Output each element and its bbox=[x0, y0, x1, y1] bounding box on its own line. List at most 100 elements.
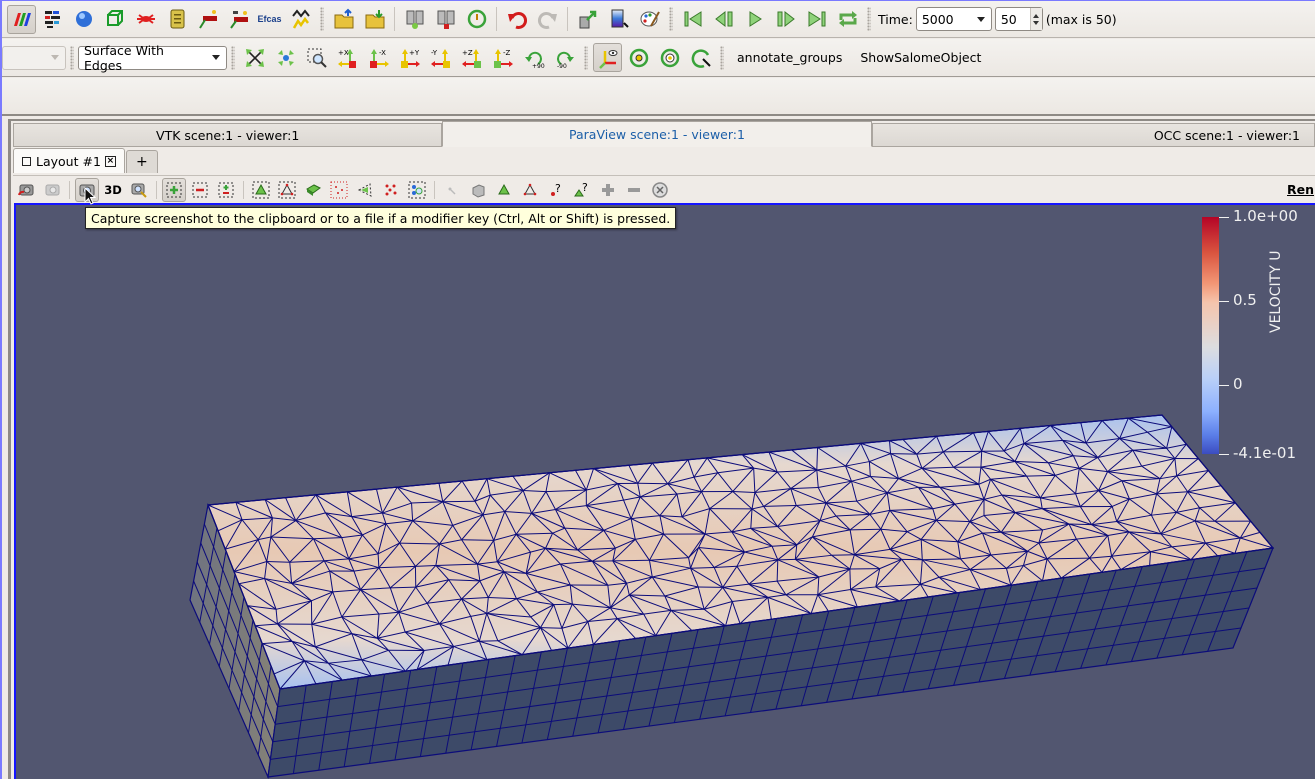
undo-button[interactable] bbox=[502, 5, 531, 34]
svg-text:?: ? bbox=[582, 181, 588, 194]
toolbar-grip[interactable] bbox=[231, 45, 235, 70]
rotate-plus-90-button[interactable]: +90 bbox=[519, 43, 548, 72]
mesh-module-button[interactable] bbox=[100, 5, 129, 34]
select-polygon-cells-button[interactable] bbox=[353, 178, 377, 202]
toolbar-grip[interactable] bbox=[720, 45, 724, 70]
show-orientation-axes-button[interactable] bbox=[593, 43, 622, 72]
undo-camera-icon bbox=[18, 184, 34, 195]
select-cells-on-button[interactable] bbox=[162, 177, 186, 202]
hover-points-query-button[interactable]: ? bbox=[544, 178, 568, 202]
spin-up-icon[interactable] bbox=[1033, 13, 1040, 18]
find-data-button[interactable] bbox=[573, 5, 602, 34]
view-plus-z-button[interactable]: +Z bbox=[457, 43, 486, 72]
zoom-to-box-button[interactable] bbox=[302, 43, 331, 72]
previous-frame-button[interactable] bbox=[709, 5, 738, 34]
palette-button[interactable] bbox=[635, 5, 664, 34]
geometry-module-button[interactable] bbox=[69, 5, 98, 34]
mesh-edge bbox=[890, 453, 917, 455]
show-center-button[interactable] bbox=[624, 43, 653, 72]
save-state-button[interactable] bbox=[360, 5, 389, 34]
redo-button[interactable] bbox=[533, 5, 562, 34]
view-plus-x-button[interactable]: +X bbox=[333, 43, 362, 72]
disconnect-button[interactable] bbox=[431, 5, 460, 34]
select-toggle-button[interactable] bbox=[214, 178, 238, 202]
rotate-minus-90-button[interactable]: -90 bbox=[550, 43, 579, 72]
paraview-render-view[interactable] bbox=[14, 203, 1315, 779]
spin-down-icon[interactable] bbox=[1033, 20, 1040, 25]
select-points-surface-button[interactable] bbox=[275, 178, 299, 202]
object-browser-button[interactable] bbox=[38, 5, 67, 34]
hexablock-module-button[interactable] bbox=[193, 5, 222, 34]
close-icon[interactable]: × bbox=[104, 155, 116, 167]
zoom-to-data-button[interactable] bbox=[271, 43, 300, 72]
color-legend[interactable]: 1.0e+00 0.5 0 -4.1e-01 VELOCITY U bbox=[1202, 209, 1315, 465]
hover-points-button[interactable] bbox=[518, 178, 542, 202]
color-legend-tick bbox=[1219, 217, 1229, 218]
first-frame-button[interactable] bbox=[678, 5, 707, 34]
tab-vtk-scene[interactable]: VTK scene:1 - viewer:1 bbox=[13, 123, 443, 147]
interactive-select-cells-button[interactable] bbox=[440, 178, 464, 202]
add-layout-button[interactable]: + bbox=[125, 150, 158, 173]
toolbar-grip[interactable] bbox=[669, 7, 673, 31]
select-frustum-cells-button[interactable] bbox=[301, 178, 325, 202]
next-frame-button[interactable] bbox=[771, 5, 800, 34]
tab-occ-scene[interactable]: OCC scene:1 - viewer:1 bbox=[871, 123, 1315, 147]
tab-paraview-scene[interactable]: ParaView scene:1 - viewer:1 bbox=[442, 121, 872, 147]
pick-center-button[interactable] bbox=[686, 43, 715, 72]
spin-arrows[interactable] bbox=[1029, 8, 1042, 30]
toolbar-grip[interactable] bbox=[320, 7, 324, 31]
view-plus-y-button[interactable]: +Y bbox=[395, 43, 424, 72]
timestep-spinbox[interactable]: 50 bbox=[994, 7, 1043, 31]
undo-camera-button[interactable] bbox=[14, 178, 38, 202]
loop-button[interactable] bbox=[833, 5, 862, 34]
mesh-scene[interactable] bbox=[16, 205, 1315, 779]
jobmanager-module-button[interactable] bbox=[286, 5, 315, 34]
hexablock2-module-button[interactable] bbox=[224, 5, 253, 34]
view-minus-y-button[interactable]: -Y bbox=[426, 43, 455, 72]
view-minus-x-button[interactable]: -X bbox=[364, 43, 393, 72]
toolbar-grip[interactable] bbox=[70, 45, 74, 70]
color-legend-label: -4.1e-01 bbox=[1233, 444, 1296, 462]
grow-selection-button[interactable] bbox=[596, 178, 620, 202]
time-combo[interactable]: 5000 bbox=[915, 7, 992, 31]
last-frame-button[interactable] bbox=[802, 5, 831, 34]
select-subtract-icon bbox=[192, 182, 208, 197]
select-block-button[interactable] bbox=[405, 178, 429, 202]
select-frustum-points-button[interactable] bbox=[327, 178, 351, 202]
zoom-camera-button[interactable] bbox=[127, 178, 151, 202]
render-view-link[interactable]: Ren bbox=[1287, 182, 1315, 197]
hover-cells-query-button[interactable]: ? bbox=[570, 178, 594, 202]
reset-session-button[interactable] bbox=[462, 5, 491, 34]
tab-layout-1[interactable]: Layout #1 × bbox=[13, 148, 125, 173]
color-map-editor-button[interactable] bbox=[604, 5, 633, 34]
hover-cells-button[interactable] bbox=[492, 178, 516, 202]
play-button[interactable] bbox=[740, 5, 769, 34]
macro-annotate-groups[interactable]: annotate_groups bbox=[728, 50, 851, 65]
yacs-module-button[interactable] bbox=[162, 5, 191, 34]
view-minus-z-button[interactable]: -Z bbox=[488, 43, 517, 72]
reset-center-button[interactable] bbox=[655, 43, 684, 72]
open-file-button[interactable] bbox=[329, 5, 358, 34]
toolbar-grip[interactable] bbox=[584, 45, 588, 70]
clear-selection-button[interactable] bbox=[648, 178, 672, 202]
zoom-to-data-icon bbox=[277, 49, 294, 66]
paraview-module-button[interactable] bbox=[7, 4, 36, 34]
toolbar-grip[interactable] bbox=[867, 7, 871, 31]
smesh-module-button[interactable] bbox=[131, 5, 160, 34]
redo-camera-button[interactable] bbox=[40, 178, 64, 202]
select-cells-surface-button[interactable] bbox=[249, 178, 273, 202]
macro-show-salome-object[interactable]: ShowSalomeObject bbox=[851, 50, 990, 65]
connect-button[interactable] bbox=[400, 5, 429, 34]
shrink-selection-button[interactable] bbox=[622, 178, 646, 202]
toggle-3d-button[interactable]: 3D bbox=[101, 178, 125, 202]
select-cells-icon bbox=[252, 181, 270, 198]
mesh-edge bbox=[442, 500, 475, 503]
select-points-on-button[interactable] bbox=[188, 178, 212, 202]
variable-combo[interactable] bbox=[2, 45, 66, 70]
reset-camera-button[interactable] bbox=[240, 43, 269, 72]
efcas-module-button[interactable]: Efcas bbox=[255, 5, 284, 34]
interactive-select-points-button[interactable] bbox=[466, 178, 490, 202]
view-minus-x-icon: -X bbox=[369, 48, 389, 68]
select-polygon-points-button[interactable] bbox=[379, 178, 403, 202]
representation-combo[interactable]: Surface With Edges bbox=[78, 43, 227, 73]
